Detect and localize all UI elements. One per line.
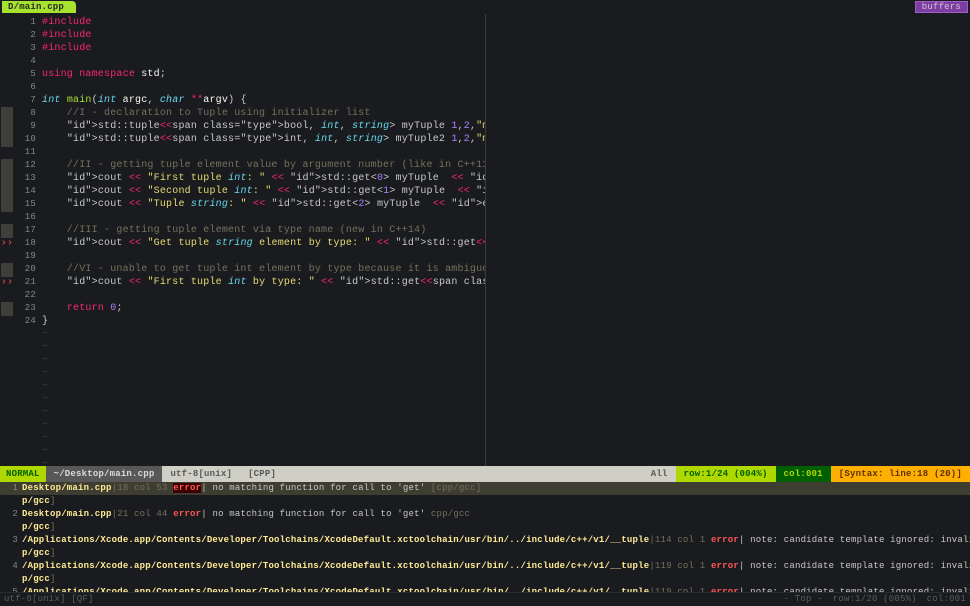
code-line[interactable]: 4: [0, 55, 485, 68]
gutter-linenum: 4: [14, 55, 42, 68]
code-line[interactable]: 8 //I - declaration to Tuple using initi…: [0, 107, 485, 120]
vim-editor: D/main.cpp buffers 1#include 2#include 3…: [0, 0, 970, 606]
status-encoding: utf-8[unix]: [162, 466, 240, 482]
code-line[interactable]: ››21 "id">cout << "First tuple int by ty…: [0, 276, 485, 289]
status-mode: NORMAL: [0, 466, 46, 482]
code-line[interactable]: 20 //VI - unable to get tuple int elemen…: [0, 263, 485, 276]
gutter-linenum: 24: [14, 315, 42, 328]
quickfix-item-cont: p/gcc]: [0, 495, 970, 508]
status-path: ~/Desktop/main.cpp: [46, 466, 163, 482]
gutter-linenum: 22: [14, 289, 42, 302]
empty-line-tilde: ~: [0, 367, 485, 380]
gutter-linenum: 6: [14, 81, 42, 94]
gutter-linenum: 8: [14, 107, 42, 120]
code-line[interactable]: 9 "id">std::tuple<<span class="type">boo…: [0, 120, 485, 133]
gutter-linenum: 7: [14, 94, 42, 107]
gutter-linenum: 10: [14, 133, 42, 146]
gutter-linenum: 16: [14, 211, 42, 224]
code-line[interactable]: 6: [0, 81, 485, 94]
gutter-linenum: 17: [14, 224, 42, 237]
status-syntax: [Syntax: line:18 (20)]: [831, 466, 970, 482]
empty-line-tilde: ~: [0, 341, 485, 354]
status-col: col:001: [776, 466, 831, 482]
gutter-linenum: 23: [14, 302, 42, 315]
gutter-linenum: 14: [14, 185, 42, 198]
code-line[interactable]: 15 "id">cout << "Tuple string: " << "id"…: [0, 198, 485, 211]
status-filetype: [CPP]: [240, 466, 284, 482]
empty-line-tilde: ~: [0, 380, 485, 393]
qf-status-row: row:1/20 (005%): [833, 593, 917, 606]
tab-main-cpp[interactable]: D/main.cpp: [2, 1, 76, 13]
qf-status-top: - Top -: [784, 593, 823, 606]
code-pane-left[interactable]: 1#include 2#include 3#include 4 5using n…: [0, 14, 485, 466]
code-line[interactable]: 10 "id">std::tuple<<span class="type">in…: [0, 133, 485, 146]
code-line[interactable]: 13 "id">cout << "First tuple int: " << "…: [0, 172, 485, 185]
tab-bar: D/main.cpp buffers: [0, 0, 970, 14]
quickfix-list[interactable]: 1Desktop/main.cpp|18 col 53 error| no ma…: [0, 482, 970, 592]
gutter-linenum: 11: [14, 146, 42, 159]
code-line[interactable]: 5using namespace std;: [0, 68, 485, 81]
code-line[interactable]: ››18 "id">cout << "Get tuple string elem…: [0, 237, 485, 250]
status-percent: All: [643, 466, 676, 482]
gutter-linenum: 18: [14, 237, 42, 250]
empty-line-tilde: ~: [0, 406, 485, 419]
empty-line-tilde: ~: [0, 354, 485, 367]
code-line[interactable]: 7int main(int argc, char **argv) {: [0, 94, 485, 107]
tab-separator-icon: [64, 1, 70, 13]
gutter-linenum: 13: [14, 172, 42, 185]
code-line[interactable]: 12 //II - getting tuple element value by…: [0, 159, 485, 172]
gutter-linenum: 19: [14, 250, 42, 263]
empty-line-tilde: ~: [0, 328, 485, 341]
quickfix-item-cont: p/gcc]: [0, 547, 970, 560]
code-line[interactable]: 17 //III - getting tuple element via typ…: [0, 224, 485, 237]
empty-line-tilde: ~: [0, 432, 485, 445]
code-line[interactable]: 19: [0, 250, 485, 263]
tab-label: D/main.cpp: [8, 1, 64, 14]
buffers-button[interactable]: buffers: [915, 1, 968, 13]
code-line[interactable]: 24}: [0, 315, 485, 328]
gutter-linenum: 1: [14, 16, 42, 29]
quickfix-statusbar: utf-8[unix] [QF] - Top - row:1/20 (005%)…: [0, 592, 970, 606]
gutter-linenum: 15: [14, 198, 42, 211]
code-line[interactable]: 22: [0, 289, 485, 302]
split-panes: 1#include 2#include 3#include 4 5using n…: [0, 14, 970, 466]
qf-status-left: utf-8[unix] [QF]: [4, 593, 94, 606]
quickfix-item[interactable]: 4/Applications/Xcode.app/Contents/Develo…: [0, 560, 970, 573]
gutter-linenum: 2: [14, 29, 42, 42]
code-line[interactable]: 1#include: [0, 16, 485, 29]
code-line[interactable]: 11: [0, 146, 485, 159]
gutter-linenum: 12: [14, 159, 42, 172]
gutter-linenum: 20: [14, 263, 42, 276]
quickfix-item[interactable]: 2Desktop/main.cpp|21 col 44 error| no ma…: [0, 508, 970, 521]
empty-line-tilde: ~: [0, 419, 485, 432]
code-pane-right[interactable]: [485, 14, 970, 466]
gutter-linenum: 21: [14, 276, 42, 289]
qf-status-col: col:001: [927, 593, 966, 606]
code-line[interactable]: 2#include: [0, 29, 485, 42]
quickfix-item[interactable]: 1Desktop/main.cpp|18 col 53 error| no ma…: [0, 482, 970, 495]
status-row: row:1/24 (004%): [676, 466, 776, 482]
statusbar: NORMAL ~/Desktop/main.cpp utf-8[unix] [C…: [0, 466, 970, 482]
code-line[interactable]: 16: [0, 211, 485, 224]
empty-line-tilde: ~: [0, 458, 485, 466]
gutter-linenum: 9: [14, 120, 42, 133]
code-line[interactable]: 3#include: [0, 42, 485, 55]
quickfix-item-cont: p/gcc]: [0, 573, 970, 586]
empty-line-tilde: ~: [0, 393, 485, 406]
gutter-linenum: 5: [14, 68, 42, 81]
code-line[interactable]: 14 "id">cout << "Second tuple int: " << …: [0, 185, 485, 198]
quickfix-item-cont: p/gcc]: [0, 521, 970, 534]
quickfix-item[interactable]: 3/Applications/Xcode.app/Contents/Develo…: [0, 534, 970, 547]
gutter-linenum: 3: [14, 42, 42, 55]
code-line[interactable]: 23 return 0;: [0, 302, 485, 315]
empty-line-tilde: ~: [0, 445, 485, 458]
